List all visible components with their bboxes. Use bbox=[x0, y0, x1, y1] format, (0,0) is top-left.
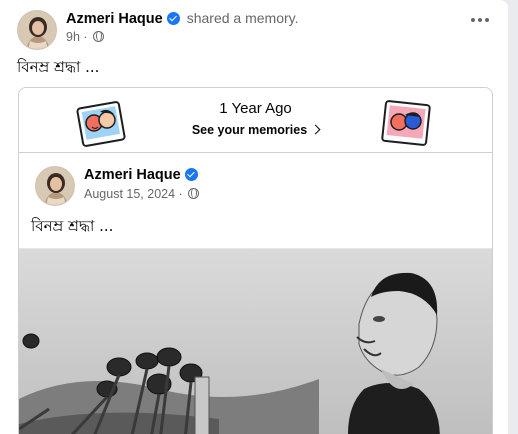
post-photo[interactable] bbox=[19, 248, 492, 434]
original-post-text: বিনম্র শ্রদ্ধা ... bbox=[31, 217, 114, 235]
original-author-name[interactable]: Azmeri Haque bbox=[84, 167, 181, 183]
original-post-meta: August 15, 2024 · bbox=[84, 186, 200, 202]
post-timestamp[interactable]: 9h bbox=[66, 30, 80, 44]
post-action-text: shared a memory. bbox=[186, 10, 299, 26]
post-header: Azmeri Haque shared a memory. 9h · bbox=[17, 9, 498, 51]
globe-icon[interactable] bbox=[188, 188, 200, 199]
more-options-icon bbox=[471, 18, 475, 22]
speech-photo-image bbox=[19, 249, 492, 434]
memory-card: 1 Year Ago See your memories Azmeri Haqu… bbox=[18, 87, 493, 434]
post-text: বিনম্র শ্রদ্ধা ... bbox=[17, 58, 100, 76]
original-author-avatar[interactable] bbox=[35, 166, 75, 206]
verified-badge-icon bbox=[184, 168, 198, 181]
verified-badge-icon bbox=[166, 12, 180, 25]
chevron-right-icon bbox=[310, 124, 321, 135]
author-line: Azmeri Haque shared a memory. bbox=[66, 9, 299, 28]
author-name[interactable]: Azmeri Haque bbox=[66, 11, 163, 27]
more-options-button[interactable] bbox=[464, 6, 496, 34]
globe-icon[interactable] bbox=[93, 31, 105, 42]
author-avatar[interactable] bbox=[17, 10, 57, 50]
memory-banner: 1 Year Ago See your memories bbox=[19, 88, 492, 153]
original-post-header: Azmeri Haque August 15, 2024 · bbox=[35, 165, 475, 209]
original-post-date[interactable]: August 15, 2024 bbox=[84, 187, 175, 201]
post-meta: 9h · bbox=[66, 29, 105, 45]
couple-illustration-icon bbox=[381, 100, 431, 146]
feed-post: Azmeri Haque shared a memory. 9h · বিনম্… bbox=[0, 0, 508, 434]
more-options-dot bbox=[485, 18, 489, 22]
see-memories-label: See your memories bbox=[191, 123, 308, 137]
more-options-dot bbox=[478, 18, 482, 22]
original-author-line: Azmeri Haque bbox=[84, 166, 198, 184]
